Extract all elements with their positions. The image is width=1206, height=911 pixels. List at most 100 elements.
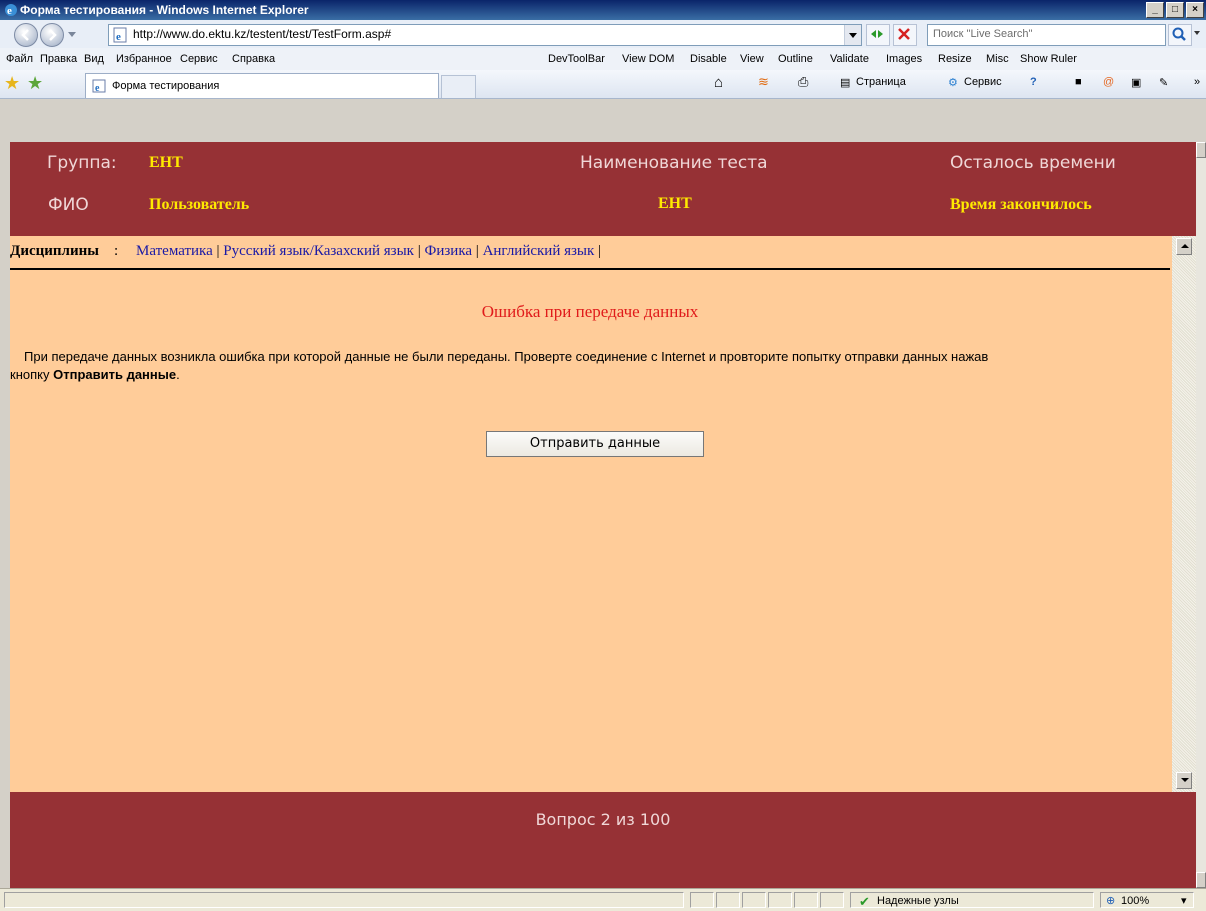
- back-button[interactable]: [14, 23, 38, 47]
- search-dropdown[interactable]: [1194, 31, 1200, 35]
- feeds-icon[interactable]: ≋: [758, 74, 769, 90]
- print-icon[interactable]: ⎙: [798, 74, 808, 90]
- page-content: Группа: ЕНТ ФИО Пользователь Наименовани…: [10, 142, 1206, 888]
- devtool-view-dom[interactable]: View DOM: [622, 53, 674, 65]
- refresh-icon: [871, 30, 883, 38]
- zoom-dropdown-icon: ▾: [1181, 895, 1187, 907]
- address-dropdown[interactable]: [844, 25, 861, 45]
- window-title-bar[interactable]: e Форма тестирования - Windows Internet …: [0, 0, 1206, 20]
- devtool-disable[interactable]: Disable: [690, 53, 727, 65]
- error-message-button-name: Отправить данные: [53, 367, 177, 382]
- discipline-link-english[interactable]: Английский язык: [483, 243, 595, 259]
- status-cell: [794, 892, 818, 908]
- devtool-view[interactable]: View: [740, 53, 764, 65]
- menu-favorites[interactable]: Избранное: [116, 53, 172, 65]
- research-icon[interactable]: ■: [1075, 76, 1082, 88]
- page-scrollbar[interactable]: [1196, 142, 1206, 888]
- question-counter: Вопрос 2 из 100: [535, 810, 671, 829]
- test-footer: Вопрос 2 из 100: [10, 792, 1196, 888]
- test-name-label: Наименование теста: [580, 153, 768, 173]
- devtool-images[interactable]: Images: [886, 53, 922, 65]
- test-name-value: ЕНТ: [658, 195, 692, 212]
- search-input[interactable]: Поиск "Live Search": [927, 24, 1166, 46]
- stop-button[interactable]: [893, 24, 917, 46]
- history-dropdown[interactable]: [68, 32, 76, 37]
- status-text-area: [4, 892, 684, 908]
- minimize-button[interactable]: _: [1146, 2, 1164, 18]
- devtool-resize[interactable]: Resize: [938, 53, 972, 65]
- help-icon[interactable]: ?: [1030, 76, 1037, 88]
- tab-label: Форма тестирования: [112, 80, 220, 92]
- home-icon[interactable]: ⌂: [714, 74, 723, 91]
- content-scrollbar[interactable]: [1172, 236, 1196, 792]
- address-bar[interactable]: e http://www.do.ektu.kz/testent/test/Tes…: [108, 24, 862, 46]
- scrollbar-track[interactable]: [1172, 236, 1196, 792]
- menu-tools[interactable]: Сервис: [180, 53, 218, 65]
- window-title: Форма тестирования - Windows Internet Ex…: [20, 3, 309, 17]
- menu-edit[interactable]: Правка: [40, 53, 77, 65]
- add-favorites-icon[interactable]: ★: [27, 74, 43, 92]
- svg-text:e: e: [116, 31, 121, 43]
- devtool-devtoolbar[interactable]: DevToolBar: [548, 53, 605, 65]
- error-message: При передаче данных возникла ошибка при …: [10, 348, 1150, 384]
- zoom-icon: ⊕: [1106, 895, 1116, 907]
- fio-value: Пользователь: [149, 196, 250, 213]
- refresh-button[interactable]: [866, 24, 890, 46]
- scroll-down-button[interactable]: [1176, 772, 1192, 789]
- stop-icon: [898, 28, 910, 40]
- status-cell: [690, 892, 714, 908]
- fio-label: ФИО: [48, 195, 89, 215]
- zoom-control[interactable]: ⊕ 100% ▾: [1100, 892, 1194, 908]
- page-scroll-down-button[interactable]: [1196, 872, 1206, 888]
- status-cell: [742, 892, 766, 908]
- error-title: Ошибка при передаче данных: [481, 302, 699, 321]
- menu-bar: Файл Правка Вид Избранное Сервис Справка…: [0, 48, 1206, 71]
- back-arrow-icon: [21, 29, 29, 41]
- favorites-star-icon[interactable]: ★: [4, 74, 20, 92]
- search-button[interactable]: [1168, 24, 1192, 46]
- tools-gear-icon: ⚙: [948, 77, 958, 89]
- menu-help[interactable]: Справка: [232, 53, 275, 65]
- maximize-button[interactable]: □: [1166, 2, 1184, 18]
- blog-icon[interactable]: ✎: [1159, 76, 1168, 89]
- disciplines-bar: Дисциплины : Математика | Русский язык/К…: [10, 236, 1170, 270]
- discipline-link-physics[interactable]: Физика: [424, 243, 472, 259]
- devtool-misc[interactable]: Misc: [986, 53, 1009, 65]
- menu-view[interactable]: Вид: [84, 53, 104, 65]
- search-icon: [1172, 27, 1186, 41]
- zoom-level: 100%: [1121, 895, 1150, 907]
- close-button[interactable]: ×: [1186, 2, 1204, 18]
- status-cell: [768, 892, 792, 908]
- devtool-outline[interactable]: Outline: [778, 53, 813, 65]
- more-chevron-icon[interactable]: »: [1194, 76, 1200, 88]
- mail-icon[interactable]: @: [1103, 76, 1114, 88]
- check-icon: ✔: [859, 894, 870, 909]
- status-cell: [820, 892, 844, 908]
- test-header: Группа: ЕНТ ФИО Пользователь Наименовани…: [10, 142, 1206, 236]
- messenger-icon[interactable]: ▣: [1131, 76, 1141, 89]
- devtool-validate[interactable]: Validate: [830, 53, 869, 65]
- error-message-prefix: кнопку: [10, 367, 50, 382]
- group-value: ЕНТ: [149, 154, 183, 171]
- forward-button[interactable]: [40, 23, 64, 47]
- scroll-up-button[interactable]: [1176, 238, 1192, 255]
- time-left-value: Время закончилось: [950, 196, 1092, 213]
- send-data-button[interactable]: Отправить данные: [486, 431, 704, 457]
- svg-text:e: e: [7, 5, 12, 17]
- forward-arrow-icon: [49, 29, 57, 41]
- address-toolbar: e http://www.do.ektu.kz/testent/test/Tes…: [0, 20, 1206, 49]
- page-scroll-up-button[interactable]: [1196, 142, 1206, 158]
- error-message-line: При передаче данных возникла ошибка при …: [24, 349, 989, 364]
- status-cell: [716, 892, 740, 908]
- discipline-link-math[interactable]: Математика: [136, 243, 213, 259]
- discipline-link-russian-kazakh[interactable]: Русский язык/Казахский язык: [223, 243, 414, 259]
- svg-text:e: e: [95, 83, 100, 93]
- page-menu[interactable]: Страница: [856, 76, 906, 88]
- menu-file[interactable]: Файл: [6, 53, 33, 65]
- devtool-show-ruler[interactable]: Show Ruler: [1020, 53, 1077, 65]
- new-tab-button[interactable]: [441, 75, 476, 98]
- tools-menu[interactable]: Сервис: [964, 76, 1002, 88]
- security-zone[interactable]: ✔ Надежные узлы: [850, 892, 1094, 909]
- page-icon: e: [113, 27, 127, 43]
- tab-active[interactable]: e Форма тестирования: [85, 73, 439, 98]
